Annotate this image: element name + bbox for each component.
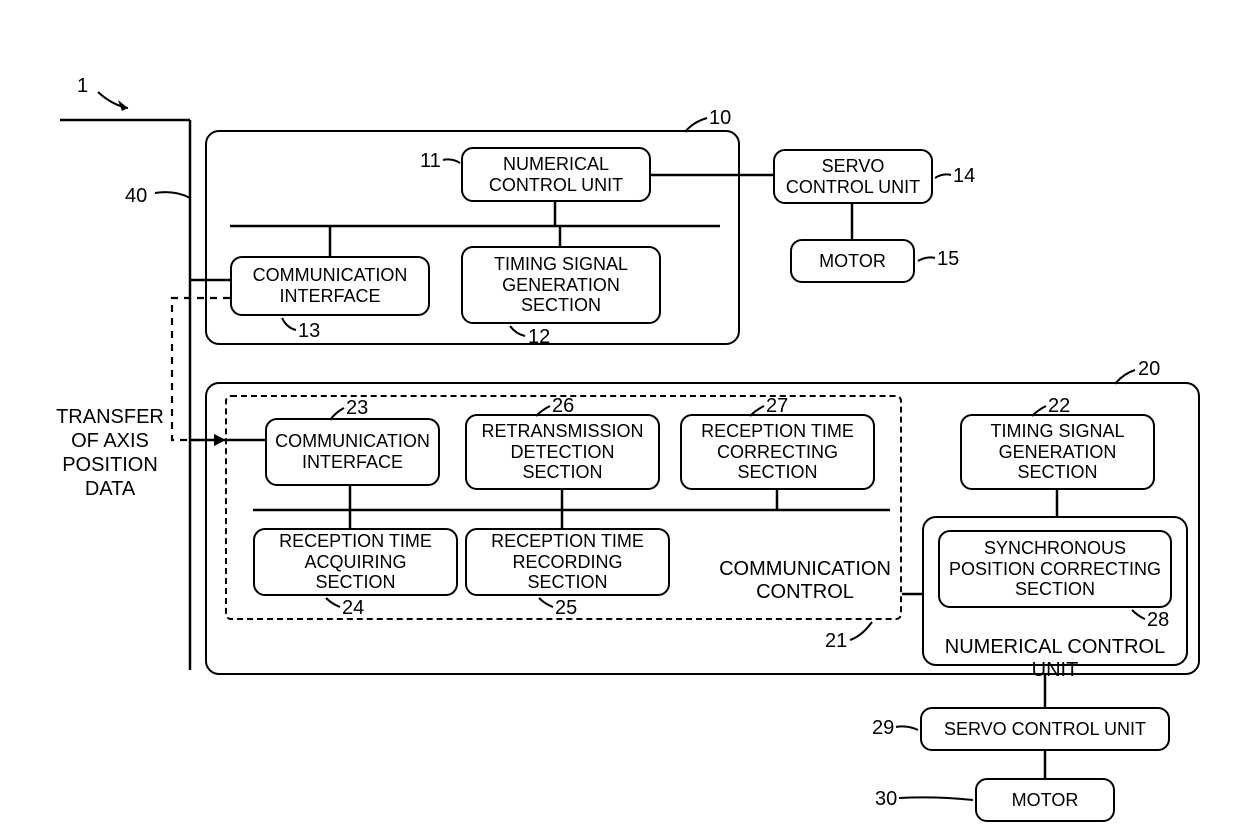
transfer-dashed-path (0, 0, 1240, 834)
